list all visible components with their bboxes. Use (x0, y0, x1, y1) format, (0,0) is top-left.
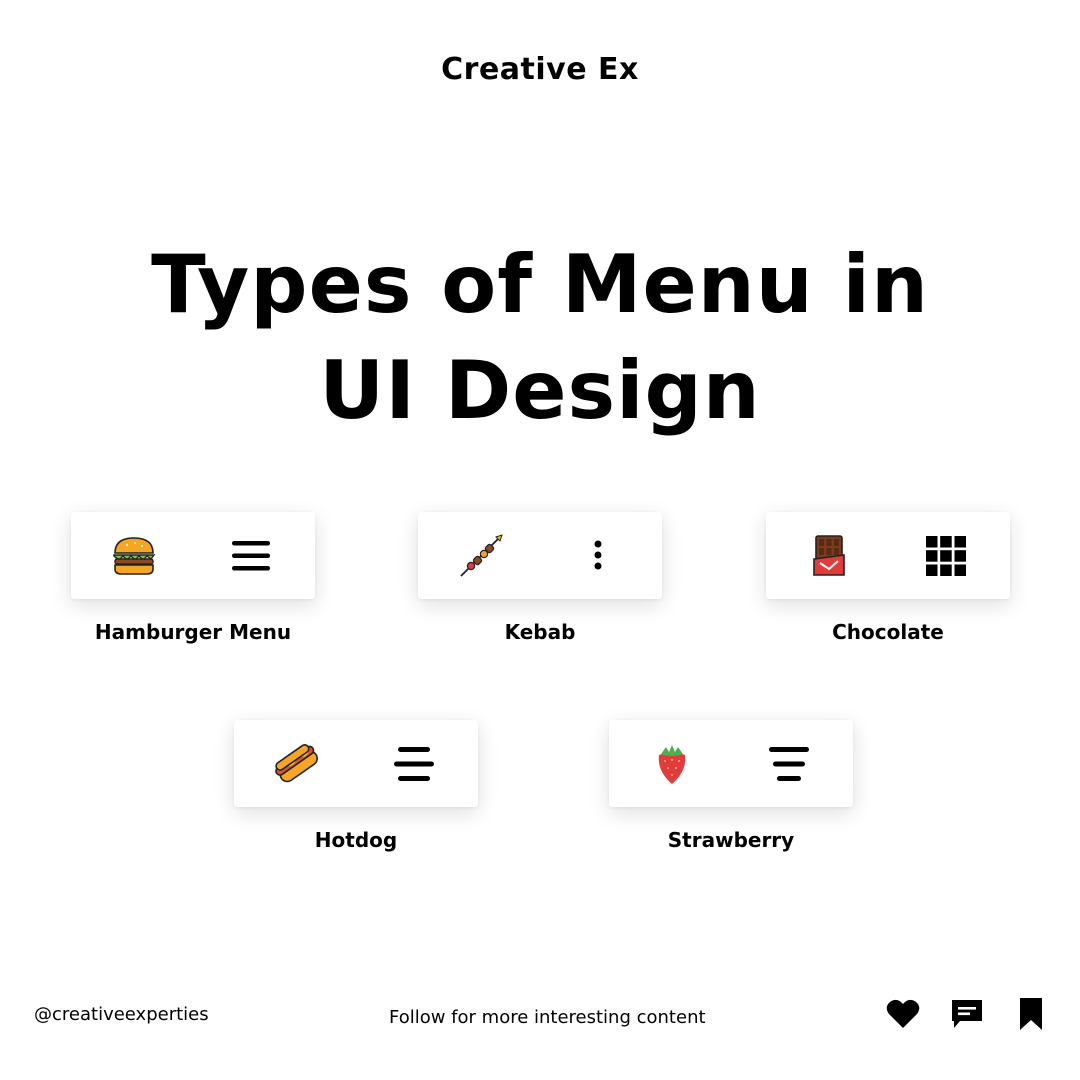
footer-follow-text: Follow for more interesting content (389, 1007, 706, 1028)
heart-icon[interactable] (885, 996, 921, 1032)
menu-card-chocolate (766, 512, 1010, 599)
bookmark-icon[interactable] (1013, 996, 1049, 1032)
menu-card-hamburger (71, 512, 315, 599)
headline-line-2: UI Design (319, 344, 761, 437)
menu-label-chocolate: Chocolate (832, 620, 944, 644)
hamburger-icon (113, 537, 156, 575)
menu-label-strawberry: Strawberry (667, 828, 795, 852)
strawberry-menu-icon[interactable] (767, 742, 811, 786)
footer-handle[interactable]: @creativeexperties (34, 1004, 209, 1025)
strawberry-icon (658, 745, 686, 784)
menu-card-strawberry (609, 720, 853, 807)
kebab-menu-icon[interactable] (576, 534, 620, 578)
comment-icon[interactable] (949, 996, 985, 1032)
headline: Types of Menu in UI Design (0, 232, 1080, 444)
menu-label-hamburger: Hamburger Menu (94, 620, 292, 644)
hamburger-menu-icon[interactable] (229, 534, 273, 578)
headline-line-1: Types of Menu in (151, 238, 929, 331)
menu-label-kebab: Kebab (504, 620, 576, 644)
brand-title: Creative Ex (441, 52, 639, 87)
menu-card-kebab (418, 512, 662, 599)
menu-card-hotdog (234, 720, 478, 807)
chocolate-icon (813, 535, 845, 576)
kebab-icon (460, 534, 503, 577)
menu-label-hotdog: Hotdog (314, 828, 398, 852)
hotdog-menu-icon[interactable] (392, 742, 436, 786)
hotdog-icon (275, 744, 318, 783)
chocolate-menu-icon[interactable] (924, 534, 968, 578)
